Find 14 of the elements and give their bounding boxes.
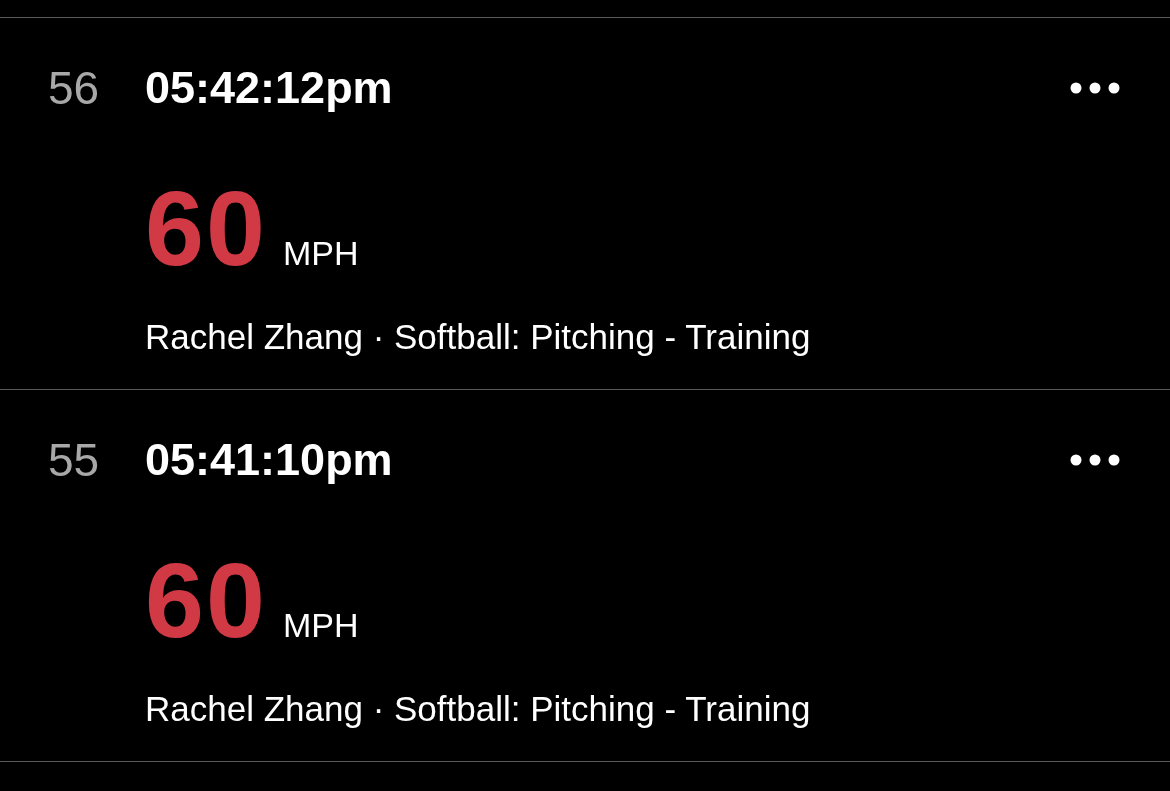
pitch-details: Rachel Zhang · Softball: Pitching - Training <box>145 689 812 729</box>
speed-unit: MPH <box>282 606 359 645</box>
pitch-details: Rachel Zhang · Softball: Pitching - Training <box>145 317 812 357</box>
pitch-time: 05:42:12pm <box>145 62 393 114</box>
more-icon <box>1070 454 1120 466</box>
speed-value: 60 <box>145 183 267 273</box>
speed-unit: MPH <box>282 234 359 273</box>
more-options-button[interactable] <box>1070 454 1120 466</box>
pitch-number: 55 <box>48 433 101 487</box>
more-icon <box>1070 82 1120 94</box>
speed-value: 60 <box>145 555 267 645</box>
more-options-button[interactable] <box>1070 82 1120 94</box>
pitch-time: 05:41:10pm <box>145 434 393 486</box>
pitch-number: 56 <box>48 61 101 115</box>
